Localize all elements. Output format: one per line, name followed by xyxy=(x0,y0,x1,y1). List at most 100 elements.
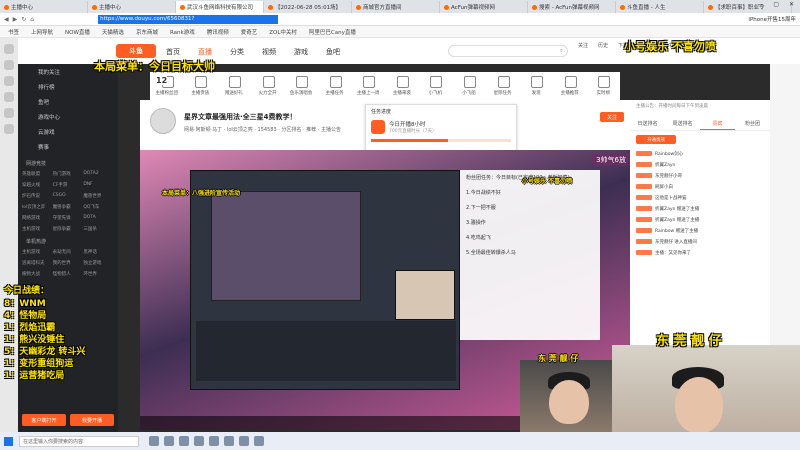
url-field[interactable]: https://www.douyu.com/6560831? xyxy=(98,14,279,24)
task-icon[interactable]: 鱼乐演唱会 xyxy=(284,72,318,100)
address-news-ticker[interactable]: iPhone开售15周年 xyxy=(748,15,796,23)
side-app-icon[interactable] xyxy=(4,92,14,102)
category-link[interactable]: 英雄联盟 xyxy=(22,171,53,177)
category-link[interactable]: 热门游戏 xyxy=(53,171,84,177)
nav-category[interactable]: 分类 xyxy=(230,47,244,57)
category-link[interactable]: DNF xyxy=(83,182,114,188)
start-live-button[interactable]: 我要开播 xyxy=(70,414,114,426)
forward-icon[interactable]: ▶ xyxy=(13,16,18,23)
category-link[interactable]: 三国杀 xyxy=(83,226,114,232)
tab-vip[interactable]: 贵宾 xyxy=(700,118,735,130)
bookmark-item[interactable]: 书签 xyxy=(8,28,19,36)
category-link[interactable]: 主机游戏 xyxy=(22,226,53,232)
home-icon[interactable]: ⌂ xyxy=(30,16,34,23)
bookmark-item[interactable]: 京东商城 xyxy=(136,28,158,36)
side-app-icon[interactable] xyxy=(4,76,14,86)
taskbar-app-icon[interactable] xyxy=(224,436,234,446)
windows-start-icon[interactable] xyxy=(4,436,13,446)
category-link[interactable]: 炉石传说 xyxy=(22,193,53,199)
taskbar-app-icon[interactable] xyxy=(179,436,189,446)
browser-tab-active[interactable]: 武汉斗鱼网络科技有限公司 xyxy=(176,1,264,13)
category-link[interactable]: 主机游戏 xyxy=(22,249,53,255)
nav-live[interactable]: 直播 xyxy=(198,47,212,57)
bookmark-item[interactable]: NOW直播 xyxy=(65,28,90,36)
category-link[interactable]: 永劫无间 xyxy=(53,249,84,255)
sidebar-item-cloudgame[interactable]: 云游戏 xyxy=(18,124,118,139)
taskbar-app-icon[interactable] xyxy=(194,436,204,446)
category-link[interactable]: lol云顶之弈 xyxy=(22,204,53,210)
category-link[interactable]: CSGO xyxy=(53,193,84,199)
taskbar-app-icon[interactable] xyxy=(149,436,159,446)
browser-tab[interactable]: 斗鱼直播 - 人生 xyxy=(616,1,704,13)
category-link[interactable]: 怪物猎人 xyxy=(53,271,84,277)
window-controls[interactable]: — ▢ ✕ xyxy=(757,1,798,8)
sidebar-item-ranking[interactable]: 排行榜 xyxy=(18,79,118,94)
task-icon[interactable]: 发现 xyxy=(519,72,553,100)
browser-tab[interactable]: 搜索 - AcFun弹幕视频网 xyxy=(528,1,616,13)
task-icon[interactable]: 主播来袭 xyxy=(385,72,419,100)
sidebar-item-gamecenter[interactable]: 游戏中心 xyxy=(18,109,118,124)
back-icon[interactable]: ◀ xyxy=(4,16,9,23)
category-link[interactable]: 守望先锋 xyxy=(53,215,84,221)
history-icon[interactable]: 历史 xyxy=(598,42,608,49)
open-noble-button[interactable]: 开通贵族 xyxy=(636,135,676,144)
nav-video[interactable]: 视频 xyxy=(262,47,276,57)
bookmark-item[interactable]: 爱奇艺 xyxy=(241,28,258,36)
tab-daily-rank[interactable]: 日送排名 xyxy=(630,118,665,130)
browser-tab[interactable]: 商城官方直播间 xyxy=(352,1,440,13)
bookmark-item[interactable]: Rank游戏 xyxy=(170,28,195,36)
category-link[interactable]: DOTA xyxy=(83,215,114,221)
refresh-icon[interactable]: ↻ xyxy=(21,16,26,23)
taskbar-app-icon[interactable] xyxy=(239,436,249,446)
tab-fanclub[interactable]: 粉丝团 xyxy=(735,118,770,130)
nav-home[interactable]: 首页 xyxy=(166,47,180,57)
category-link[interactable]: 黑神话 xyxy=(83,249,114,255)
category-link[interactable]: 我的世界 xyxy=(53,260,84,266)
task-icon[interactable]: 主播推荐 xyxy=(553,72,587,100)
nav-game[interactable]: 游戏 xyxy=(294,47,308,57)
category-link[interactable]: 穿越火线 xyxy=(22,182,53,188)
bookmark-item[interactable]: 阿里巴巴Cany直播 xyxy=(309,28,356,36)
category-link[interactable]: 植物大战 xyxy=(22,271,53,277)
category-link[interactable]: 魔兽争霸 xyxy=(53,204,84,210)
side-app-icon[interactable] xyxy=(4,124,14,134)
category-link[interactable]: CF手游 xyxy=(53,182,84,188)
site-search-input[interactable]: ⌕ xyxy=(448,45,568,57)
open-client-button[interactable]: 客户端打开 xyxy=(22,414,66,426)
task-icon[interactable]: 火力全开 xyxy=(251,72,285,100)
browser-tab[interactable]: 主播中心 xyxy=(0,1,88,13)
douyu-logo[interactable]: 斗鱼 xyxy=(116,44,156,58)
sidebar-item-esports[interactable]: 赛事 xyxy=(18,139,118,154)
bookmark-item[interactable]: 上网导航 xyxy=(31,28,53,36)
side-app-icon[interactable] xyxy=(4,60,14,70)
task-icon[interactable]: 主播贵族 xyxy=(184,72,218,100)
taskbar-app-icon[interactable] xyxy=(254,436,264,446)
nav-fishbar[interactable]: 鱼吧 xyxy=(326,47,340,57)
side-app-icon[interactable] xyxy=(4,108,14,118)
browser-tab[interactable]: AcFun弹幕视频网 xyxy=(440,1,528,13)
category-link[interactable]: 逃离塔科夫 xyxy=(22,260,53,266)
category-link[interactable]: QQ飞车 xyxy=(83,204,114,210)
taskbar-app-icon[interactable] xyxy=(209,436,219,446)
taskbar-app-icon[interactable] xyxy=(164,436,174,446)
task-icon[interactable]: 实时榜 xyxy=(587,72,621,100)
bookmark-item[interactable]: ZOL中关村 xyxy=(269,28,297,36)
task-icon[interactable]: 主播任务 xyxy=(318,72,352,100)
sidebar-item-fishbar[interactable]: 鱼吧 xyxy=(18,94,118,109)
browser-tab[interactable]: 主播中心 xyxy=(88,1,176,13)
task-icon[interactable]: 小飞船 xyxy=(452,72,486,100)
bookmark-item[interactable]: 腾讯视频 xyxy=(207,28,229,36)
bookmark-item[interactable]: 天猫精选 xyxy=(102,28,124,36)
task-icon[interactable]: 赠送好礼 xyxy=(217,72,251,100)
category-link[interactable]: 魔兽世界 xyxy=(83,193,114,199)
streamer-avatar[interactable] xyxy=(150,108,176,134)
follow-button[interactable]: 关注 xyxy=(600,112,624,122)
tab-weekly-rank[interactable]: 周送排名 xyxy=(665,118,700,130)
category-link[interactable]: 环世界 xyxy=(83,271,114,277)
windows-search-input[interactable]: 在这里输入你要搜索的内容 xyxy=(19,435,139,447)
browser-tab[interactable]: 【2022-06-28 05:01场】 xyxy=(264,1,352,13)
category-link[interactable]: DOTA2 xyxy=(83,171,114,177)
follow-header-icon[interactable]: 关注 xyxy=(578,42,588,49)
task-icon[interactable]: 星际任务 xyxy=(486,72,520,100)
category-link[interactable]: 独立游戏 xyxy=(83,260,114,266)
